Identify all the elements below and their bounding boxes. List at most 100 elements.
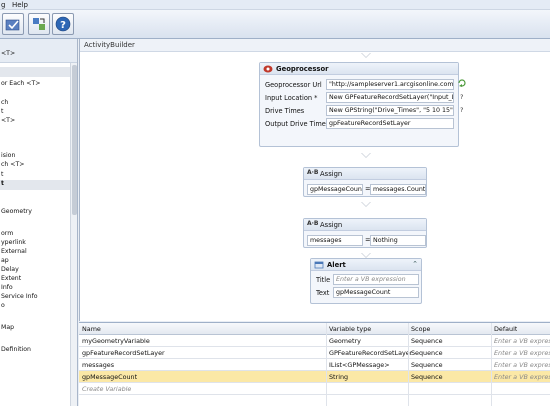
toolbox-item[interactable]: ch <T> [1, 161, 24, 168]
variable-scope-cell[interactable]: Sequence [411, 361, 443, 369]
toolbox-item[interactable]: Definition [1, 346, 31, 353]
collapse-icon[interactable]: ⌃ [412, 260, 418, 268]
variable-row[interactable]: messages IList<GPMessage> Sequence Enter a … [79, 359, 550, 371]
variable-row[interactable]: gpMessageCount String Sequence Enter a VB e… [79, 371, 550, 383]
toolbox-scrollbar[interactable] [70, 63, 77, 406]
alert-header: Alert ⌃ [311, 259, 421, 271]
breadcrumb-bar: ActivityBuilder [80, 39, 550, 52]
variable-name-cell[interactable]: myGeometryVariable [82, 337, 150, 345]
toolbox-item[interactable]: Extent [1, 275, 21, 282]
variable-scope-cell[interactable]: Sequence [411, 373, 443, 381]
toolbox-item[interactable]: <T> [1, 50, 15, 57]
breadcrumb[interactable]: ActivityBuilder [84, 41, 135, 49]
variable-default-cell[interactable]: Enter a VB expressio [494, 349, 550, 357]
variable-scope-cell[interactable]: Sequence [411, 337, 443, 345]
toolbox-item[interactable]: <T> [1, 117, 15, 124]
variables-header: Name Variable type Scope Default [79, 323, 550, 335]
variable-row[interactable]: myGeometryVariable Geometry Sequence Enter … [79, 335, 550, 347]
flow-arrow [361, 53, 371, 58]
assign-icon: A·B [307, 169, 319, 176]
create-variable-label[interactable]: Create Variable [82, 385, 131, 393]
toolbox-category[interactable] [0, 67, 70, 77]
toolbox-item[interactable]: ision [1, 152, 15, 159]
flow-arrow [361, 202, 371, 207]
toolbox-item[interactable]: t [1, 171, 3, 178]
variable-name-cell[interactable]: gpMessageCount [82, 373, 137, 381]
toolbox-item[interactable]: Service Info [1, 293, 38, 300]
refresh-icon[interactable] [458, 79, 466, 87]
drive-times-label: Drive Times [265, 107, 305, 115]
toolbox-item[interactable]: or Each <T> [1, 80, 40, 87]
drive-times-field[interactable]: New GPString("Drive_Times", "5 10 15") [326, 105, 454, 116]
alert-activity[interactable]: Alert ⌃ Title Enter a VB expression Text… [310, 258, 422, 304]
input-location-field[interactable]: New GPFeatureRecordSetLayer("Input_Locat… [326, 92, 454, 103]
geoprocessor-activity[interactable]: Geoprocessor Geoprocessor Url "http://sa… [259, 62, 459, 147]
variable-type-cell[interactable]: GPFeatureRecordSetLayer [329, 349, 412, 357]
assign-to-field[interactable]: gpMessageCount [307, 184, 363, 195]
toolbox-item[interactable]: External [1, 248, 27, 255]
geoprocessor-url-field[interactable]: "http://sampleserver1.arcgisonline.com/A… [326, 79, 454, 90]
geoprocessor-header: Geoprocessor [260, 63, 458, 75]
toolbox-item[interactable]: orm [1, 230, 13, 237]
column-divider [408, 323, 409, 406]
toolbox-item[interactable]: Info [1, 284, 13, 291]
toolbox-item[interactable]: t [1, 180, 4, 187]
column-scope[interactable]: Scope [411, 325, 430, 333]
toolbox-item[interactable]: o [1, 302, 5, 309]
scrollbar-thumb[interactable] [72, 65, 77, 215]
column-divider [491, 323, 492, 406]
menu-bar: g Help [0, 0, 550, 10]
alert-title: Alert [327, 261, 346, 269]
assign-activity-1[interactable]: A·B Assign gpMessageCount = messages.Cou… [303, 167, 427, 197]
toolbox-item[interactable]: yperlink [1, 239, 26, 246]
output-drive-times-field[interactable]: gpFeatureRecordSetLayer [326, 118, 454, 129]
alert-text-label: Text [316, 289, 330, 297]
column-variable-type[interactable]: Variable type [329, 325, 371, 333]
alert-icon [314, 261, 324, 269]
create-variable-row[interactable]: Create Variable [79, 383, 550, 395]
alert-title-label: Title [316, 276, 331, 284]
toolbox-item[interactable]: t [1, 108, 3, 115]
menu-item-g[interactable]: g [1, 1, 5, 9]
variable-default-cell[interactable]: Enter a VB expressio [494, 361, 550, 369]
assign-title: Assign [320, 221, 343, 229]
toolbox-category[interactable] [0, 180, 70, 190]
designer-canvas: Geoprocessor Geoprocessor Url "http://sa… [80, 52, 550, 321]
variable-default-cell[interactable]: Enter a VB expressio [494, 373, 550, 381]
toolbar: ? [0, 10, 550, 39]
variable-row[interactable]: gpFeatureRecordSetLayer GPFeatureRecordSe… [79, 347, 550, 359]
assign-value-field[interactable]: Nothing [370, 235, 426, 246]
alert-title-field[interactable]: Enter a VB expression [333, 274, 419, 285]
assign-value-field[interactable]: messages.Count.To [370, 184, 426, 195]
toolbox-item[interactable]: ch [1, 99, 8, 106]
geoprocessor-title: Geoprocessor [276, 65, 329, 73]
help-button[interactable]: ? [52, 13, 74, 35]
svg-text:?: ? [60, 20, 66, 31]
assign-activity-2[interactable]: A·B Assign messages = Nothing [303, 218, 427, 248]
variable-type-cell[interactable]: Geometry [329, 337, 361, 345]
variable-default-cell[interactable]: Enter a VB expressio [494, 337, 550, 345]
column-name[interactable]: Name [82, 325, 101, 333]
menu-item-help[interactable]: Help [12, 1, 28, 9]
column-divider [326, 323, 327, 406]
refresh-button[interactable] [28, 13, 50, 35]
help-icon[interactable]: ? [460, 106, 463, 114]
variable-scope-cell[interactable]: Sequence [411, 349, 443, 357]
toolbox-item[interactable]: Map [1, 324, 14, 331]
variables-grid: Name Variable type Scope Default myGeome… [79, 322, 550, 406]
help-icon: ? [55, 16, 71, 32]
column-default[interactable]: Default [494, 325, 517, 333]
alert-text-field[interactable]: gpMessageCount [333, 287, 419, 298]
folder-check-button[interactable] [2, 13, 24, 35]
input-location-label: Input Location * [265, 94, 318, 102]
variable-name-cell[interactable]: gpFeatureRecordSetLayer [82, 349, 165, 357]
toolbox-item[interactable]: ap [1, 257, 9, 264]
variable-name-cell[interactable]: messages [82, 361, 114, 369]
assign-title: Assign [320, 170, 343, 178]
assign-to-field[interactable]: messages [307, 235, 363, 246]
toolbox-item[interactable]: Delay [1, 266, 19, 273]
variable-type-cell[interactable]: String [329, 373, 348, 381]
toolbox-item[interactable]: Geometry [1, 208, 32, 215]
help-icon[interactable]: ? [460, 93, 463, 101]
variable-type-cell[interactable]: IList<GPMessage> [329, 361, 390, 369]
